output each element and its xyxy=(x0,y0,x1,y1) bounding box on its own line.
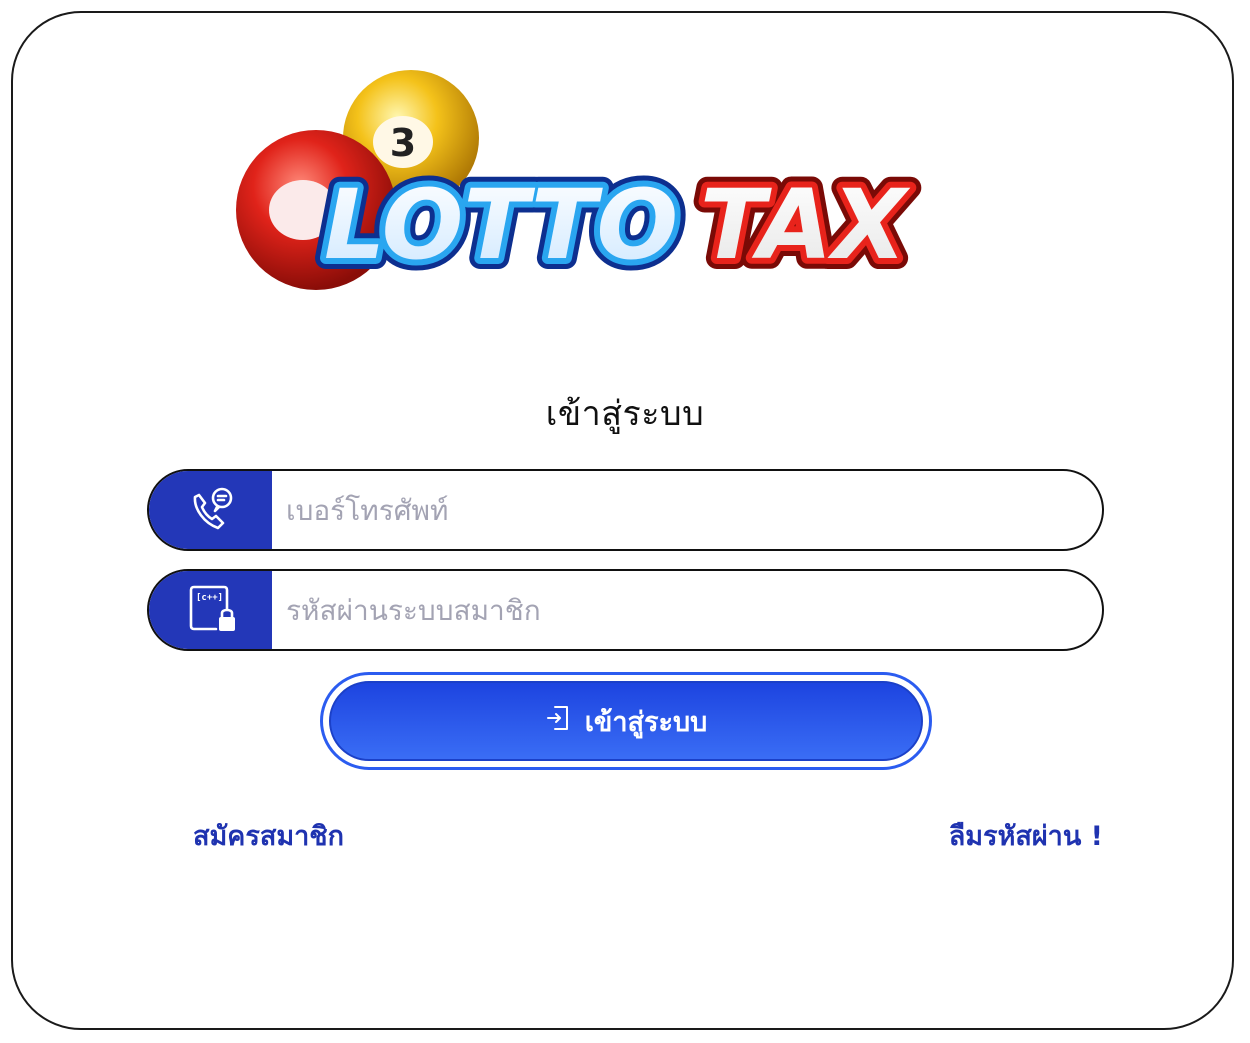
svg-text:[c++]: [c++] xyxy=(196,593,223,603)
logo-tax-text: TAX TAX TAX xyxy=(689,158,921,292)
login-icon xyxy=(545,704,571,739)
code-lock-icon: [c++] xyxy=(149,571,272,649)
password-field: [c++] xyxy=(147,569,1104,651)
login-button[interactable]: เข้าสู่ระบบ xyxy=(320,672,932,770)
lottotax-logo: 3 LOTTO LOTTO LOTTO TAX TAX TAX xyxy=(228,60,968,310)
phone-field xyxy=(147,469,1104,551)
logo-lotto-text: LOTTO LOTTO LOTTO xyxy=(313,158,689,292)
phone-chat-icon xyxy=(149,471,272,549)
svg-text:TAX: TAX xyxy=(700,169,910,281)
password-input[interactable] xyxy=(272,571,1102,649)
login-button-label: เข้าสู่ระบบ xyxy=(584,706,708,738)
login-button-face[interactable]: เข้าสู่ระบบ xyxy=(329,681,923,761)
svg-text:LOTTO: LOTTO xyxy=(324,169,678,281)
forgot-password-link[interactable]: ลืมรหัสผ่าน ! xyxy=(949,814,1103,857)
phone-input[interactable] xyxy=(272,471,1102,549)
svg-text:3: 3 xyxy=(390,121,416,165)
page-title: เข้าสู่ระบบ xyxy=(545,394,705,434)
register-link[interactable]: สมัครสมาชิก xyxy=(193,814,344,857)
